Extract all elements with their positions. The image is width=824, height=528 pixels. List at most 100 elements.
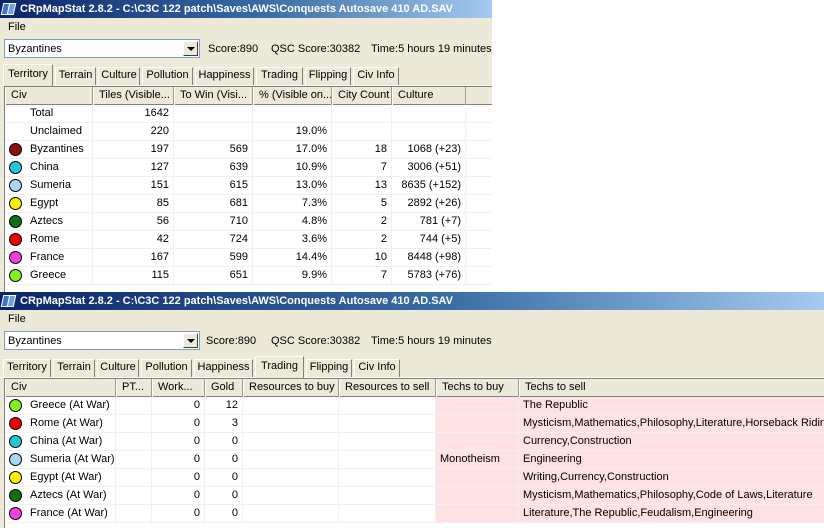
column-header-techs-to-buy[interactable]: Techs to buy [436,379,519,397]
gold-cell: 12 [205,397,243,414]
tab-trading[interactable]: Trading [255,356,304,378]
civ-cell: Aztecs [5,213,93,230]
table-row[interactable]: France 167 599 14.4% 10 8448 (+98) [5,249,492,267]
title-bar[interactable]: CRpMapStat 2.8.2 - C:\C3C 122 patch\Save… [0,292,824,310]
civ-select-value: Byzantines [8,42,62,55]
menu-file[interactable]: File [6,21,28,33]
tab-culture[interactable]: Culture [97,359,139,377]
tab-trading[interactable]: Trading [256,67,303,85]
resources-to-sell-cell [339,505,436,522]
column-header-work[interactable]: Work... [152,379,205,397]
column-header-civ[interactable]: Civ [5,87,93,105]
column-header-pt[interactable]: PT... [116,379,152,397]
table-row[interactable]: China (At War) 0 0 Currency,Construction [5,433,824,451]
app-icon [0,2,17,16]
pt-cell [116,505,152,522]
table-row[interactable]: Rome 42 724 3.6% 2 744 (+5) [5,231,492,249]
column-header-resources-to-buy[interactable]: Resources to buy [243,379,339,397]
civ-select[interactable]: Byzantines [4,331,200,350]
civ-cell: Egypt [5,195,93,212]
column-header-to-win[interactable]: To Win (Visi... [174,87,253,105]
civ-cell: Sumeria [5,177,93,194]
column-header-percent[interactable]: % (Visible on... [253,87,332,105]
dropdown-button[interactable] [183,41,198,56]
table-row[interactable]: Unclaimed 220 19.0% [5,123,492,141]
app-icon [0,294,17,308]
menu-file[interactable]: File [6,313,28,325]
to-win-cell: 724 [174,231,253,248]
tab-happiness[interactable]: Happiness [195,67,254,85]
pt-cell [116,397,152,414]
civ-color-icon [9,399,22,412]
city-count-cell: 2 [332,213,392,230]
tab-territory[interactable]: Territory [3,64,53,86]
table-row[interactable]: Egypt 85 681 7.3% 5 2892 (+26) [5,195,492,213]
column-header-culture[interactable]: Culture [392,87,466,105]
qsc-score-label: QSC Score:30382 [271,43,361,55]
civ-color-icon [9,215,22,228]
table-row[interactable]: France (At War) 0 0 Literature,The Republic… [5,505,824,523]
column-header-techs-to-sell[interactable]: Techs to sell [519,379,824,397]
time-label: Time:5 hours 19 minutes [371,335,492,347]
table-row[interactable]: Rome (At War) 0 3 Mysticism,Mathematics,Phi… [5,415,824,433]
culture-cell [392,123,466,140]
to-win-cell [174,105,253,122]
city-count-cell: 5 [332,195,392,212]
city-count-cell [332,105,392,122]
tab-territory[interactable]: Territory [3,359,51,377]
tab-pollution[interactable]: Pollution [141,359,192,377]
tab-terrain[interactable]: Terrain [53,359,95,377]
table-row[interactable]: Aztecs (At War) 0 0 Mysticism,Mathematics,P… [5,487,824,505]
resources-to-sell-cell [339,487,436,504]
tab-culture[interactable]: Culture [98,67,140,85]
tab-flipping[interactable]: Flipping [305,67,351,85]
tab-pollution[interactable]: Pollution [142,67,193,85]
column-header-gold[interactable]: Gold [205,379,243,397]
civ-color-icon [9,507,22,520]
table-row[interactable]: Total 1642 [5,105,492,123]
techs-to-sell-cell: Mysticism,Mathematics,Philosophy,Code of… [519,487,824,504]
tab-terrain[interactable]: Terrain [55,67,96,85]
table-row[interactable]: Byzantines 197 569 17.0% 18 1068 (+23) [5,141,492,159]
civ-color-icon [9,197,22,210]
civ-cell: France (At War) [5,505,116,522]
culture-cell: 781 (+7) [392,213,466,230]
table-row[interactable]: Greece (At War) 0 12 The Republic [5,397,824,415]
civ-cell: France [5,249,93,266]
tiles-cell: 42 [93,231,174,248]
tab-civ-info[interactable]: Civ Info [354,359,400,377]
tiles-cell: 151 [93,177,174,194]
percent-cell [253,105,332,122]
gold-cell: 0 [205,451,243,468]
column-header-resources-to-sell[interactable]: Resources to sell [339,379,436,397]
table-row[interactable]: Aztecs 56 710 4.8% 2 781 (+7) [5,213,492,231]
civ-cell: Rome [5,231,93,248]
civ-select[interactable]: Byzantines [4,39,200,58]
table-row[interactable]: Sumeria (At War) 0 0 Monotheism Engineering [5,451,824,469]
column-header-city-count[interactable]: City Count [332,87,392,105]
territory-window: CRpMapStat 2.8.2 - C:\C3C 122 patch\Save… [0,0,492,292]
city-count-cell: 2 [332,231,392,248]
techs-to-buy-cell [436,469,519,486]
civ-cell: China (At War) [5,433,116,450]
resources-to-buy-cell [243,397,339,414]
city-count-cell [332,123,392,140]
table-row[interactable]: China 127 639 10.9% 7 3006 (+51) [5,159,492,177]
tab-flipping[interactable]: Flipping [306,359,352,377]
table-row[interactable]: Greece 115 651 9.9% 7 5783 (+76) [5,267,492,285]
tiles-cell: 1642 [93,105,174,122]
table-row[interactable]: Sumeria 151 615 13.0% 13 8635 (+152) [5,177,492,195]
table-row[interactable]: Egypt (At War) 0 0 Writing,Currency,Constru… [5,469,824,487]
percent-cell: 9.9% [253,267,332,284]
tab-civ-info[interactable]: Civ Info [353,67,399,85]
dropdown-button[interactable] [183,333,198,348]
title-bar[interactable]: CRpMapStat 2.8.2 - C:\C3C 122 patch\Save… [0,0,492,18]
column-header-tiles[interactable]: Tiles (Visible... [93,87,174,105]
civ-name: Rome [30,233,60,245]
tab-happiness[interactable]: Happiness [194,359,253,377]
culture-cell [392,105,466,122]
techs-to-sell-cell: Currency,Construction [519,433,824,450]
column-header-civ[interactable]: Civ [5,379,116,397]
civ-name: Greece [30,269,67,281]
resources-to-sell-cell [339,451,436,468]
